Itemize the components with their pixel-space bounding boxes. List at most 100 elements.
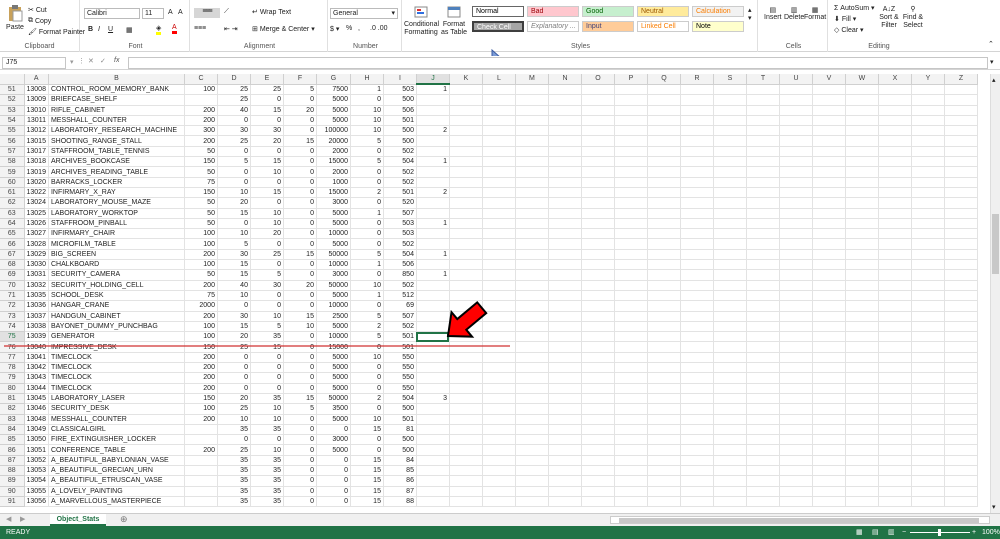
cell-u76[interactable] bbox=[779, 341, 813, 353]
cell-o79[interactable] bbox=[581, 372, 615, 384]
cell-h81[interactable]: 2 bbox=[350, 393, 384, 405]
cell-v86[interactable] bbox=[812, 444, 846, 456]
cell-j79[interactable] bbox=[416, 372, 450, 384]
cell-y76[interactable] bbox=[911, 341, 945, 353]
cell-r67[interactable] bbox=[680, 249, 714, 261]
cell-w62[interactable] bbox=[845, 197, 879, 209]
cell-w54[interactable] bbox=[845, 115, 879, 127]
cell-s86[interactable] bbox=[713, 444, 747, 456]
formula-input[interactable] bbox=[128, 57, 988, 69]
cell-l82[interactable] bbox=[482, 403, 516, 415]
cell-u74[interactable] bbox=[779, 321, 813, 333]
cell-m63[interactable] bbox=[515, 208, 549, 219]
cell-v72[interactable] bbox=[812, 300, 846, 312]
cell-b81[interactable]: LABORATORY_LASER bbox=[48, 393, 185, 405]
cell-b53[interactable]: RIFLE_CABINET bbox=[48, 105, 185, 116]
cell-a59[interactable]: 13019 bbox=[24, 166, 49, 178]
cell-p83[interactable] bbox=[614, 414, 648, 425]
cell-o88[interactable] bbox=[581, 465, 615, 477]
cell-j54[interactable] bbox=[416, 115, 450, 127]
cell-n76[interactable] bbox=[548, 341, 582, 353]
cell-x86[interactable] bbox=[878, 444, 912, 456]
cell-v71[interactable] bbox=[812, 290, 846, 302]
cell-j88[interactable] bbox=[416, 465, 450, 477]
cell-m79[interactable] bbox=[515, 372, 549, 384]
cell-b73[interactable]: HANDGUN_CABINET bbox=[48, 311, 185, 322]
cell-l85[interactable] bbox=[482, 434, 516, 446]
cell-t60[interactable] bbox=[746, 177, 780, 188]
cell-e55[interactable]: 30 bbox=[250, 125, 284, 137]
cell-y55[interactable] bbox=[911, 125, 945, 137]
cell-m90[interactable] bbox=[515, 486, 549, 497]
cell-w73[interactable] bbox=[845, 311, 879, 322]
cell-h58[interactable]: 5 bbox=[350, 156, 384, 168]
cell-d68[interactable]: 15 bbox=[217, 259, 251, 271]
column-header-l[interactable]: L bbox=[482, 74, 516, 85]
cell-j55[interactable]: 2 bbox=[416, 125, 450, 137]
cell-u63[interactable] bbox=[779, 208, 813, 219]
cell-u82[interactable] bbox=[779, 403, 813, 415]
cell-f54[interactable]: 0 bbox=[283, 115, 317, 127]
cell-k66[interactable] bbox=[449, 238, 483, 250]
cell-v60[interactable] bbox=[812, 177, 846, 188]
cell-w82[interactable] bbox=[845, 403, 879, 415]
cell-w71[interactable] bbox=[845, 290, 879, 302]
row-header[interactable]: 53 bbox=[0, 105, 25, 116]
cell-h76[interactable]: 0 bbox=[350, 341, 384, 353]
cell-o83[interactable] bbox=[581, 414, 615, 425]
cell-m91[interactable] bbox=[515, 496, 549, 508]
cell-o77[interactable] bbox=[581, 352, 615, 364]
cell-i76[interactable]: 501 bbox=[383, 341, 417, 353]
cell-i85[interactable]: 500 bbox=[383, 434, 417, 446]
cell-a64[interactable]: 13026 bbox=[24, 218, 49, 230]
cell-w58[interactable] bbox=[845, 156, 879, 168]
cell-u64[interactable] bbox=[779, 218, 813, 230]
row-header[interactable]: 73 bbox=[0, 311, 25, 322]
cell-b78[interactable]: TIMECLOCK bbox=[48, 362, 185, 374]
cell-b82[interactable]: SECURITY_DESK bbox=[48, 403, 185, 415]
cell-style-neutral[interactable]: Neutral bbox=[637, 6, 689, 17]
cell-v56[interactable] bbox=[812, 135, 846, 147]
cell-c76[interactable]: 150 bbox=[184, 341, 218, 353]
cell-v57[interactable] bbox=[812, 146, 846, 158]
cell-i86[interactable]: 500 bbox=[383, 444, 417, 456]
cell-r79[interactable] bbox=[680, 372, 714, 384]
cell-n60[interactable] bbox=[548, 177, 582, 188]
cell-g81[interactable]: 50000 bbox=[316, 393, 351, 405]
cell-i87[interactable]: 84 bbox=[383, 455, 417, 466]
row-header[interactable]: 82 bbox=[0, 403, 25, 415]
cell-r66[interactable] bbox=[680, 238, 714, 250]
cell-k63[interactable] bbox=[449, 208, 483, 219]
cell-g55[interactable]: 100000 bbox=[316, 125, 351, 137]
cell-j84[interactable] bbox=[416, 424, 450, 436]
cell-p70[interactable] bbox=[614, 280, 648, 291]
cell-h55[interactable]: 10 bbox=[350, 125, 384, 137]
cell-x60[interactable] bbox=[878, 177, 912, 188]
cell-a86[interactable]: 13051 bbox=[24, 444, 49, 456]
cell-d60[interactable]: 0 bbox=[217, 177, 251, 188]
cell-a87[interactable]: 13052 bbox=[24, 455, 49, 466]
cell-e86[interactable]: 10 bbox=[250, 444, 284, 456]
cell-q77[interactable] bbox=[647, 352, 681, 364]
cell-o74[interactable] bbox=[581, 321, 615, 333]
cell-g80[interactable]: 5000 bbox=[316, 383, 351, 394]
cell-d58[interactable]: 5 bbox=[217, 156, 251, 168]
cell-e69[interactable]: 5 bbox=[250, 269, 284, 281]
cell-n90[interactable] bbox=[548, 486, 582, 497]
cell-v51[interactable] bbox=[812, 84, 846, 96]
cell-u80[interactable] bbox=[779, 383, 813, 394]
cell-r83[interactable] bbox=[680, 414, 714, 425]
cell-x85[interactable] bbox=[878, 434, 912, 446]
cell-a80[interactable]: 13044 bbox=[24, 383, 49, 394]
cell-q71[interactable] bbox=[647, 290, 681, 302]
cell-s76[interactable] bbox=[713, 341, 747, 353]
cell-n70[interactable] bbox=[548, 280, 582, 291]
cell-i51[interactable]: 503 bbox=[383, 84, 417, 96]
cell-d59[interactable]: 0 bbox=[217, 166, 251, 178]
cell-r63[interactable] bbox=[680, 208, 714, 219]
cell-b68[interactable]: CHALKBOARD bbox=[48, 259, 185, 271]
cell-o60[interactable] bbox=[581, 177, 615, 188]
column-header-b[interactable]: B bbox=[48, 74, 185, 85]
cell-f85[interactable]: 0 bbox=[283, 434, 317, 446]
percent-button[interactable]: % bbox=[346, 25, 352, 32]
